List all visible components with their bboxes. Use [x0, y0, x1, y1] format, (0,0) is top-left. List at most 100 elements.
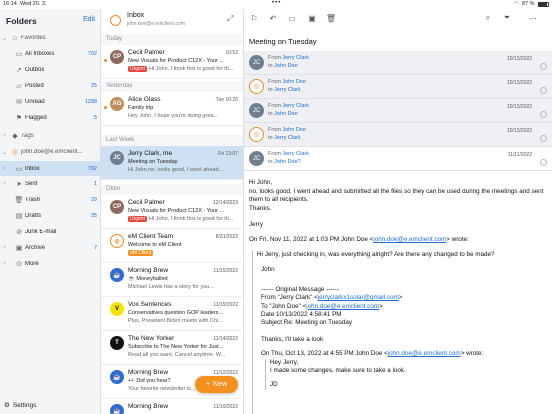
body-greeting: Hi John, [249, 179, 273, 186]
list-item[interactable]: CP Cecil Palmer 12/14/2023 New Visuals f… [101, 195, 243, 229]
list-item[interactable]: ◎ eM Client Team 8/31/2023 Welcome to eM… [101, 229, 243, 263]
emclient-logo-icon: ◎ [249, 127, 264, 142]
thread-date: 10/13/2022 [506, 104, 532, 110]
list-item[interactable]: ☕ Morning Brew 11/10/2022 [101, 399, 243, 414]
junk-icon: ⊘ [16, 229, 22, 236]
thread-item[interactable]: JC From Jerry Clark to John Doe 10/13/20… [244, 51, 552, 75]
list-item[interactable]: V Vox Sentences 11/15/2022 Conservatives… [101, 297, 243, 331]
thread-more-icon[interactable]: ⋯ [540, 87, 547, 94]
email-link[interactable]: john.doe@e.emclient.com [306, 303, 379, 310]
unread-count: 29 [90, 197, 97, 203]
email-link[interactable]: john.doe@e.emclient.com [373, 236, 446, 243]
avatar: JC [110, 151, 124, 165]
move-folder-icon[interactable]: ▭ [286, 12, 298, 24]
from-prefix: From [268, 55, 281, 61]
sidebar-item-archive[interactable]: › ▣ Archive 7 [0, 241, 100, 255]
message-subject: Meeting on Tuesday [128, 159, 178, 165]
reading-pane: ⚐ ↶ ▭ ▣ 🗑 ⌕ ⏷ ⋯ Meeting on Tuesday JC Fr… [244, 9, 552, 414]
sidebar-item-label: Unread [25, 99, 45, 105]
thread-item[interactable]: JC From Jerry Clark to John Doe 10/13/20… [244, 99, 552, 123]
message-subject: ☕ Moneyballed [128, 276, 168, 282]
message-from: Alice Glass [128, 96, 161, 103]
unread-count: 1288 [84, 99, 97, 105]
search-icon[interactable]: ⌕ [482, 12, 494, 24]
thread-date: 10/13/2022 [506, 80, 532, 86]
sent-icon: ➤ [16, 181, 22, 188]
sidebar-item-flagged[interactable]: ⚑ Flagged 5 [0, 111, 100, 125]
thread-item[interactable]: ◎ From John Doe to Jerry Clark 10/13/202… [244, 75, 552, 99]
flag-icon[interactable]: ⚐ [248, 12, 260, 24]
favorites-header[interactable]: ⌄ ☆ Favorites [0, 31, 100, 45]
more-icon[interactable]: ⋯ [527, 12, 539, 24]
unread-dot [104, 59, 107, 62]
sidebar-item-trash[interactable]: 🗑 Trash 29 [0, 193, 100, 207]
message-from: Morning Brew [128, 369, 169, 376]
edit-button[interactable]: Edit [83, 16, 95, 23]
morning-brew-logo-icon: ☕ [110, 370, 124, 384]
message-preview: Plus, President Biden meets with Chi... [128, 318, 223, 324]
sidebar-item-junk[interactable]: ⊘ Junk E-mail [0, 225, 100, 239]
account-icon [110, 15, 121, 26]
thread-item[interactable]: ◎ From John Doe to Jerry Clark 10/13/202… [244, 123, 552, 147]
avatar: AG [110, 97, 124, 111]
list-item[interactable]: AG Alice Glass Tue 10:20 Family trip Hey… [101, 92, 243, 126]
account-label: john.doe@e.emclient... [21, 149, 83, 155]
sidebar-item-outbox[interactable]: ➚ Outbox [0, 63, 100, 77]
new-message-button[interactable]: + New [195, 376, 238, 393]
sidebar-item-all-inboxes[interactable]: ▭ All Inboxes 792 [0, 47, 100, 61]
message-subject: Welcome to eM Client [128, 242, 182, 248]
inbox-icon: ▭ [15, 51, 23, 58]
thread-more-icon[interactable]: ⋯ [540, 135, 547, 142]
thread-more-icon[interactable]: ⋯ [540, 111, 547, 118]
settings-button[interactable]: ⚙ Settings [4, 401, 36, 410]
inbox-icon: ▭ [15, 165, 23, 173]
sidebar-item-more[interactable]: › ⊙ More [0, 257, 100, 271]
thread-more-icon[interactable]: ⋯ [540, 159, 547, 166]
archive-icon[interactable]: ▣ [306, 12, 318, 24]
sidebar-item-sent[interactable]: › ➤ Sent 1 [0, 177, 100, 191]
quote-line: Hi Jerry, just checking in, was everythi… [257, 251, 495, 258]
multitask-icon[interactable]: ••• [272, 0, 281, 6]
list-item-selected[interactable]: JC Jerry Clark, me Fri 13:07 Meeting on … [101, 146, 243, 180]
message-from: Cecil Palmer [128, 199, 165, 206]
thread-from: John Doe [282, 127, 306, 133]
expand-icon[interactable]: ⤢ [227, 14, 233, 24]
message-subject: Conservatives question GOP leaders... [128, 310, 223, 316]
email-link[interactable]: john.doe@e.emclient.com [388, 350, 461, 357]
list-item[interactable]: CP Cecil Palmer 10:52 New Visuals for Pr… [101, 45, 243, 79]
body-signature: Jerry [249, 221, 263, 229]
account-header[interactable]: ⌄ ◎ john.doe@e.emclient... [0, 145, 100, 159]
message-from: Morning Brew [128, 267, 169, 274]
sidebar-item-label: More [25, 261, 39, 267]
message-subject-title: Meeting on Tuesday [249, 37, 317, 46]
status-time: 16:14 [3, 1, 17, 7]
tags-header[interactable]: › ◆ Tags [0, 129, 100, 143]
urgent-tag: Urgent [128, 66, 148, 72]
avatar: CP [110, 200, 124, 214]
filter-icon[interactable]: ⏷ [501, 12, 513, 24]
list-item[interactable]: ☕ Morning Brew 11/15/2022 ☕ Moneyballed … [101, 263, 243, 297]
message-date: Fri 13:07 [218, 151, 238, 157]
quote-header-text: On Fri, Nov 11, 2022 at 1:03 PM John Doe… [249, 235, 374, 243]
reply-icon[interactable]: ↶ [267, 12, 279, 24]
thread-item-current[interactable]: JC From Jerry Clark to John Doe? 11/11/2… [244, 147, 552, 171]
message-preview: Michael Lewis has a story for you... [128, 284, 214, 290]
thread-to: Jerry Clark [274, 87, 301, 93]
sidebar-item-drafts[interactable]: ▤ Drafts 25 [0, 209, 100, 223]
sidebar-item-unread[interactable]: ✉ Unread 1288 [0, 95, 100, 109]
trash-icon[interactable]: 🗑 [325, 12, 337, 24]
email-link[interactable]: jerryclarkx1solar@gmail.com [318, 294, 399, 301]
tags-label: Tags [21, 133, 34, 139]
to-prefix: to [268, 135, 273, 141]
chevron-down-icon: ⌄ [1, 35, 8, 42]
thread-more-icon[interactable]: ⋯ [540, 63, 547, 70]
message-from: Jerry Clark, me [128, 150, 173, 157]
message-date: 10:52 [225, 50, 238, 56]
sidebar-item-posted[interactable]: ▱ Posted 25 [0, 79, 100, 93]
list-item[interactable]: T The New Yorker 11/14/2022 Subscribe to… [101, 331, 243, 365]
chevron-right-icon: › [3, 165, 6, 172]
sidebar-item-inbox[interactable]: › ▭ Inbox 792 [0, 161, 100, 176]
sidebar-item-label: Trash [25, 197, 41, 203]
account-icon: ◎ [11, 149, 19, 156]
sidebar-item-label: Drafts [25, 213, 42, 219]
